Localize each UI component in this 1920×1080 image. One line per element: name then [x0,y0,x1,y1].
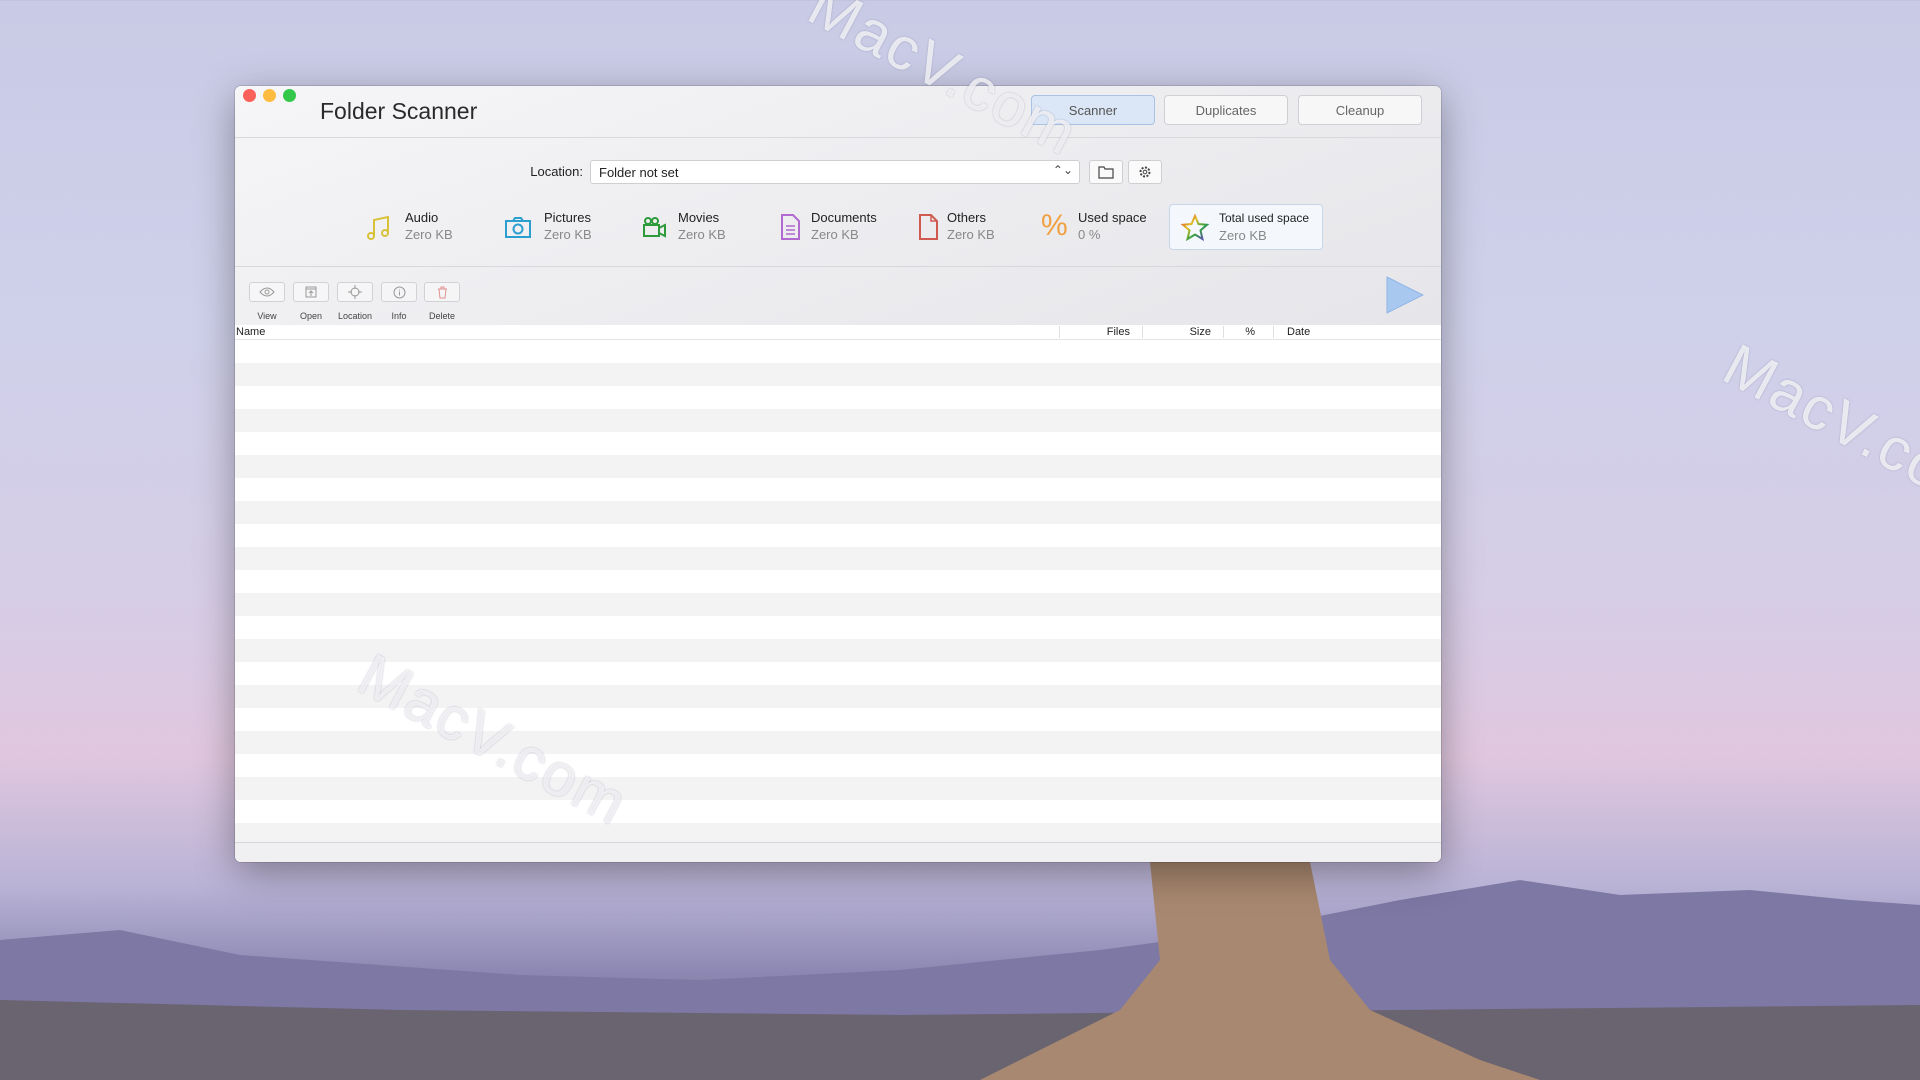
table-header: Name Files Size % Date [235,325,1441,340]
location-select[interactable]: Folder not set ⌃⌄ [590,160,1080,184]
crosshair-icon [348,285,362,299]
music-note-icon [367,215,389,240]
column-date[interactable]: Date [1287,326,1310,338]
category-value: Zero KB [678,227,726,242]
title-bar: Folder Scanner Scanner Duplicates Cleanu… [235,86,1441,138]
location-tool-label: Location [337,311,373,321]
column-size[interactable]: Size [1190,326,1211,338]
category-name: Documents [811,210,877,225]
delete-label: Delete [428,311,455,321]
tab-cleanup[interactable]: Cleanup [1298,95,1422,125]
file-list[interactable] [235,340,1441,862]
app-title: Folder Scanner [320,98,478,124]
tab-duplicates[interactable]: Duplicates [1164,95,1288,125]
category-value: Zero KB [1219,228,1267,243]
camera-icon [505,217,531,238]
status-bar [235,842,1441,862]
settings-button[interactable] [1128,160,1162,184]
category-name: Used space [1078,210,1147,225]
category-name: Audio [405,210,439,225]
info-button[interactable] [381,282,417,302]
divider [235,266,1441,267]
location-label: Location: [530,164,583,179]
view-label: View [257,311,277,321]
app-window: Folder Scanner Scanner Duplicates Cleanu… [235,86,1441,862]
zoom-button[interactable] [283,89,296,102]
document-icon [781,214,800,240]
category-name: Pictures [544,210,591,225]
category-name: Others [947,210,987,225]
category-value: Zero KB [947,227,995,242]
open-icon [305,286,317,298]
location-button[interactable] [337,282,373,302]
column-name[interactable]: Name [236,326,265,338]
start-scan-play-icon[interactable] [1386,276,1424,314]
category-name: Movies [678,210,720,225]
close-button[interactable] [243,89,256,102]
column-files[interactable]: Files [1107,326,1130,338]
percent-icon: % [1041,209,1068,242]
column-percent[interactable]: % [1245,326,1255,338]
delete-button[interactable] [424,282,460,302]
eye-icon [259,287,275,297]
category-value: 0 % [1078,227,1101,242]
star-icon [1180,213,1210,242]
trash-icon [437,286,447,298]
choose-folder-button[interactable] [1089,160,1123,184]
open-button[interactable] [293,282,329,302]
view-button[interactable] [249,282,285,302]
file-icon [919,214,938,240]
category-total-used-space[interactable]: Total used space Zero KB [1169,204,1323,250]
info-icon [393,286,405,298]
location-value: Folder not set [599,165,679,180]
category-name: Total used space [1219,211,1310,225]
minimize-button[interactable] [263,89,276,102]
category-value: Zero KB [544,227,592,242]
top-panel: Folder Scanner Scanner Duplicates Cleanu… [235,86,1441,325]
category-value: Zero KB [811,227,859,242]
folder-icon [1098,166,1114,179]
gear-icon [1139,166,1151,178]
video-camera-icon [643,217,666,238]
category-value: Zero KB [405,227,453,242]
open-label: Open [299,311,323,321]
